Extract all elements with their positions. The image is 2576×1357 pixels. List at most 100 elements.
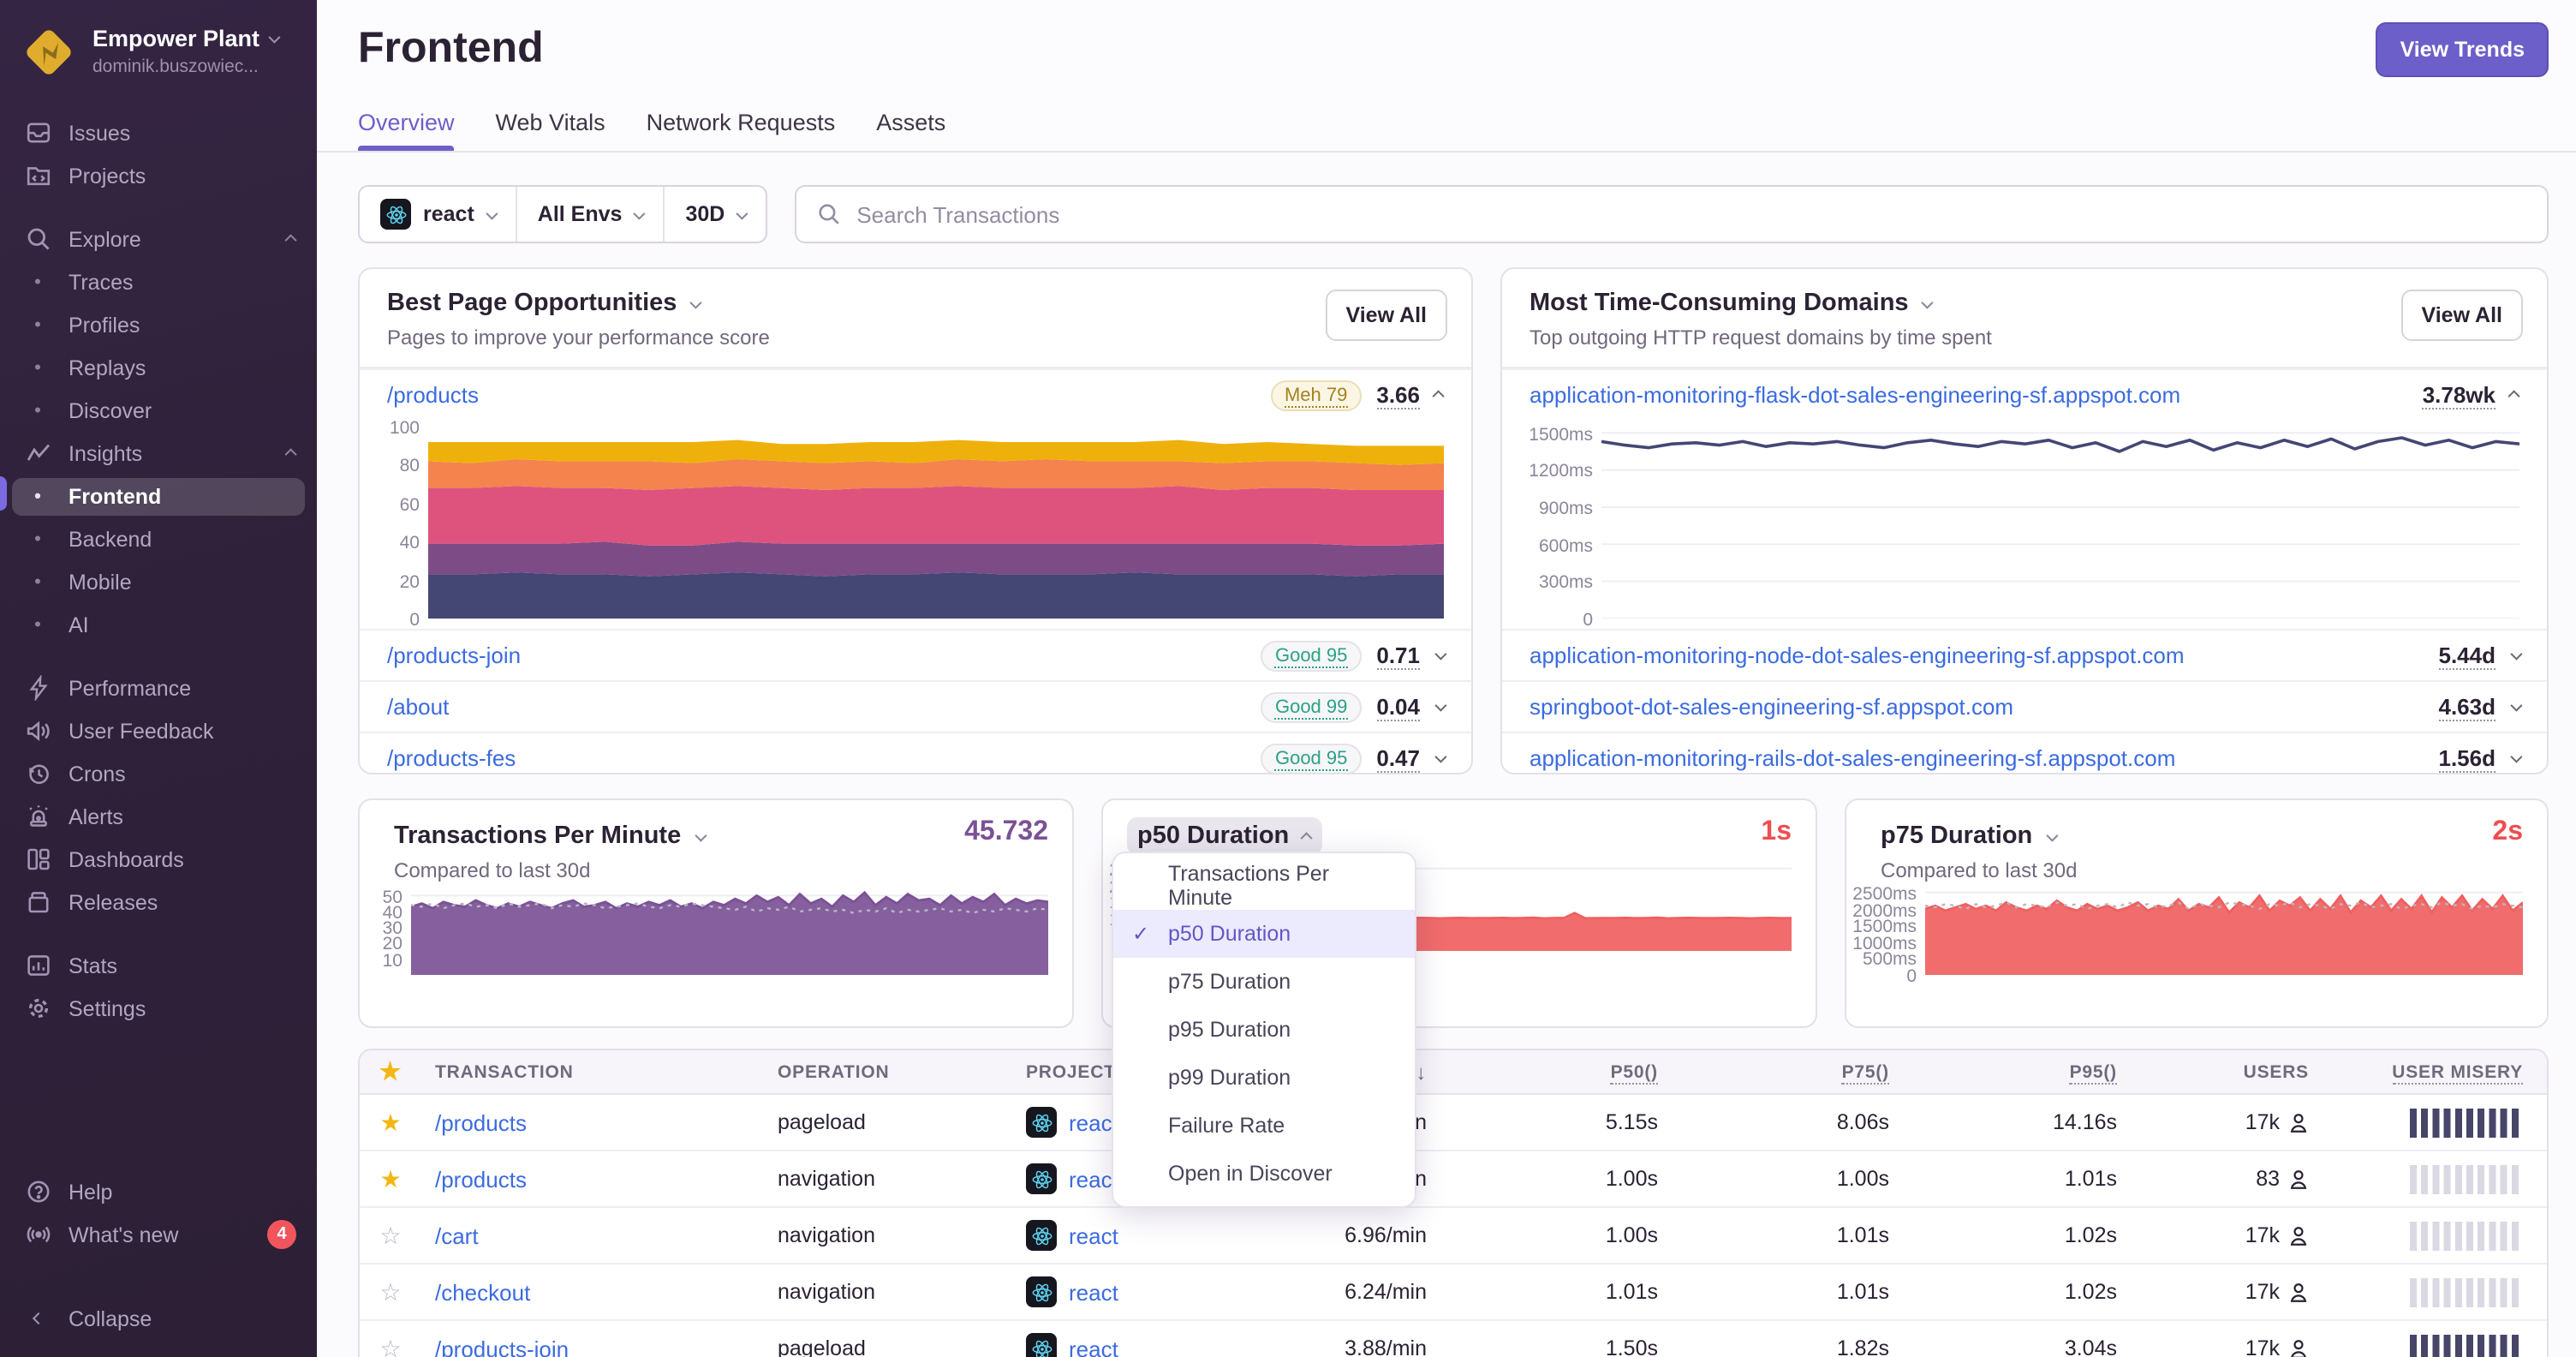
transaction-link[interactable]: /products — [387, 382, 479, 408]
opportunity-value[interactable]: 3.66 — [1376, 381, 1420, 409]
sidebar-item-profiles[interactable]: • Profiles — [0, 303, 317, 346]
domains-title-dropdown[interactable]: Most Time-Consuming Domains — [1530, 290, 2519, 317]
domain-time-value[interactable]: 5.44d — [2438, 642, 2496, 669]
project-cell[interactable]: react — [1012, 1276, 1261, 1307]
transaction-link[interactable]: /products-join — [387, 643, 521, 668]
sidebar-item-traces[interactable]: • Traces — [0, 260, 317, 303]
collapse-row-icon[interactable] — [1432, 390, 1445, 403]
domain-time-value[interactable]: 3.78wk — [2422, 381, 2496, 409]
col-p50[interactable]: P50() — [1597, 1061, 1672, 1084]
env-filter[interactable]: All Envs — [517, 187, 665, 242]
expand-row-icon[interactable] — [1434, 699, 1447, 712]
col-transaction[interactable]: TRANSACTION — [421, 1061, 764, 1082]
domain-link[interactable]: application-monitoring-node-dot-sales-en… — [1530, 643, 2185, 668]
tab-overview[interactable]: Overview — [358, 110, 456, 151]
tab-network-requests[interactable]: Network Requests — [647, 110, 836, 151]
date-filter[interactable]: 30D — [665, 187, 766, 242]
expand-row-icon[interactable] — [2510, 699, 2523, 712]
sidebar-item-mobile[interactable]: • Mobile — [0, 560, 317, 603]
org-switcher[interactable]: Empower Plant dominik.buszowiec... — [0, 17, 317, 94]
sidebar-item-discover[interactable]: • Discover — [0, 389, 317, 432]
p75-metric-dropdown[interactable]: p75 Duration — [1870, 817, 2065, 855]
menu-item-tpm[interactable]: Transactions Per Minute — [1113, 862, 1415, 910]
search-input[interactable]: Search Transactions — [795, 185, 2549, 243]
tpm-metric-dropdown[interactable]: Transactions Per Minute — [384, 817, 713, 855]
sidebar-item-label: User Feedback — [69, 719, 214, 743]
transaction-link[interactable]: /products-join — [421, 1336, 764, 1357]
expand-row-icon[interactable] — [1434, 648, 1447, 661]
domain-link[interactable]: springboot-dot-sales-engineering-sf.apps… — [1530, 694, 2013, 720]
sidebar-collapse-button[interactable]: Collapse — [0, 1297, 317, 1340]
col-operation[interactable]: OPERATION — [764, 1061, 1012, 1082]
expand-row-icon[interactable] — [2510, 750, 2523, 763]
sidebar-item-label: Alerts — [69, 804, 123, 828]
col-users[interactable]: USERS — [2230, 1061, 2323, 1082]
opportunity-value[interactable]: 0.71 — [1376, 642, 1420, 669]
sidebar-item-stats[interactable]: Stats — [0, 944, 317, 987]
col-p75[interactable]: P75() — [1828, 1061, 1903, 1084]
project-filter[interactable]: react — [360, 187, 517, 242]
transaction-link[interactable]: /products — [421, 1166, 764, 1192]
expand-row-icon[interactable] — [2510, 648, 2523, 661]
sidebar-item-crons[interactable]: Crons — [0, 752, 317, 795]
transaction-link[interactable]: /products — [421, 1109, 764, 1135]
transaction-link[interactable]: /cart — [421, 1222, 764, 1248]
sidebar-item-ai[interactable]: • AI — [0, 603, 317, 646]
collapse-row-icon[interactable] — [2507, 390, 2520, 403]
transaction-link[interactable]: /about — [387, 694, 449, 720]
domain-time-value[interactable]: 4.63d — [2438, 693, 2496, 720]
lightning-icon — [24, 675, 51, 701]
menu-item-open-in-discover[interactable]: Open in Discover — [1113, 1150, 1415, 1198]
sidebar-item-replays[interactable]: • Replays — [0, 346, 317, 389]
domain-link[interactable]: application-monitoring-flask-dot-sales-e… — [1530, 382, 2180, 408]
sidebar-item-label: Help — [69, 1180, 113, 1204]
sidebar-group-explore[interactable]: Explore — [0, 218, 317, 260]
tab-web-vitals[interactable]: Web Vitals — [496, 110, 605, 151]
sidebar-item-settings[interactable]: Settings — [0, 987, 317, 1030]
transaction-link[interactable]: /checkout — [421, 1279, 764, 1305]
sidebar-item-projects[interactable]: Projects — [0, 154, 317, 197]
col-user-misery[interactable]: USER MISERY — [2378, 1061, 2547, 1084]
tab-assets[interactable]: Assets — [876, 110, 945, 151]
opportunity-value[interactable]: 0.04 — [1376, 693, 1420, 720]
menu-item-p75[interactable]: p75 Duration — [1113, 958, 1415, 1006]
menu-item-p99[interactable]: p99 Duration — [1113, 1054, 1415, 1102]
sidebar-item-backend[interactable]: • Backend — [0, 517, 317, 560]
p50-cell: 5.15s — [1605, 1110, 1658, 1134]
sidebar-item-issues[interactable]: Issues — [0, 111, 317, 154]
sidebar-item-help[interactable]: Help — [0, 1170, 317, 1213]
menu-item-p50[interactable]: ✓ p50 Duration — [1113, 910, 1415, 958]
sidebar-item-whats-new[interactable]: What's new 4 — [0, 1213, 317, 1256]
sidebar-item-performance[interactable]: Performance — [0, 667, 317, 709]
view-all-button[interactable]: View All — [2400, 290, 2523, 341]
sidebar-item-frontend[interactable]: • Frontend — [0, 475, 317, 517]
project-cell[interactable]: react — [1012, 1333, 1261, 1357]
menu-item-p95[interactable]: p95 Duration — [1113, 1006, 1415, 1054]
sidebar-item-user-feedback[interactable]: User Feedback — [0, 709, 317, 752]
star-toggle[interactable] — [360, 1108, 421, 1137]
domain-link[interactable]: application-monitoring-rails-dot-sales-e… — [1530, 745, 2175, 771]
best-pages-title-dropdown[interactable]: Best Page Opportunities — [387, 290, 1444, 317]
sidebar-item-releases[interactable]: Releases — [0, 881, 317, 924]
star-toggle[interactable] — [360, 1221, 421, 1250]
transaction-link[interactable]: /products-fes — [387, 745, 516, 771]
sidebar-group-insights[interactable]: Insights — [0, 432, 317, 475]
org-name: Empower Plant — [92, 26, 260, 51]
view-trends-button[interactable]: View Trends — [2376, 22, 2549, 77]
col-p95[interactable]: P95() — [2056, 1061, 2131, 1084]
page-title: Frontend — [358, 24, 544, 72]
star-toggle[interactable] — [360, 1334, 421, 1357]
expand-row-icon[interactable] — [1434, 750, 1447, 763]
domain-time-value[interactable]: 1.56d — [2438, 744, 2496, 772]
star-toggle[interactable] — [360, 1164, 421, 1193]
p50-metric-dropdown[interactable]: p50 Duration — [1127, 817, 1322, 855]
project-cell[interactable]: react — [1012, 1220, 1261, 1251]
view-all-button[interactable]: View All — [1325, 290, 1447, 341]
star-toggle[interactable] — [360, 1277, 421, 1306]
opportunity-value[interactable]: 0.47 — [1376, 744, 1420, 772]
sidebar-item-dashboards[interactable]: Dashboards — [0, 838, 317, 881]
operation-cell: pageload — [778, 1110, 866, 1134]
menu-item-failure-rate[interactable]: Failure Rate — [1113, 1102, 1415, 1150]
sidebar-item-alerts[interactable]: Alerts — [0, 795, 317, 838]
star-column-header[interactable] — [360, 1057, 421, 1086]
